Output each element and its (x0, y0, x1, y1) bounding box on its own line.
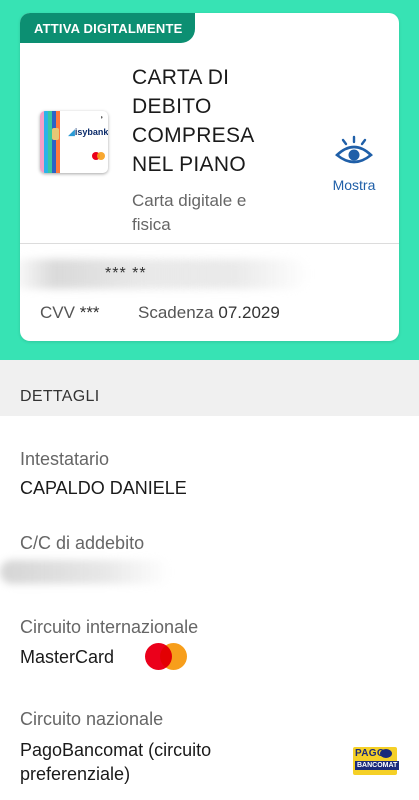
show-label: Mostra (332, 177, 376, 193)
expiry-label: Scadenza (138, 303, 214, 322)
intl-circuit-label: Circuito internazionale (20, 617, 199, 637)
cvv-row: CVV *** (40, 303, 100, 323)
status-badge: ATTIVA DIGITALMENTE (20, 13, 195, 43)
mastercard-logo-icon (145, 643, 189, 671)
card-number: *** ** (105, 265, 147, 282)
cvv-value: *** (79, 303, 100, 322)
card-mastercard-right (97, 152, 105, 160)
holder-label: Intestatario (20, 449, 110, 469)
details-section-header: DETTAGLI (0, 360, 419, 416)
expiry-row: Scadenza 07.2029 (138, 303, 280, 323)
redacted-account-value (0, 560, 170, 584)
card-hero: ATTIVA DIGITALMENTE ◢isybank ◗ CARTA DI … (0, 0, 419, 360)
card-chip (52, 128, 59, 140)
card-panel: ATTIVA DIGITALMENTE ◢isybank ◗ CARTA DI … (20, 13, 399, 341)
card-brand-logo: ◢isybank (68, 127, 108, 137)
card-title: CARTA DI DEBITO COMPRESA NEL PIANO (132, 66, 254, 176)
debit-card-image: ◢isybank ◗ (40, 111, 108, 173)
card-divider (20, 243, 399, 244)
account-label: C/C di addebito (20, 533, 145, 553)
national-circuit-label: Circuito nazionale (20, 709, 164, 729)
holder-value: CAPALDO DANIELE (20, 478, 187, 498)
eye-icon (335, 135, 373, 164)
nfc-icon: ◗ (100, 115, 104, 121)
details-heading: DETTAGLI (20, 388, 100, 405)
intl-circuit-value: MasterCard (20, 647, 115, 667)
national-circuit-value: PagoBancomat (circuito preferenziale) (20, 740, 212, 784)
cvv-label: CVV (40, 303, 75, 322)
pagobancomat-logo-icon: PAGO BANCOMAT (353, 747, 400, 775)
show-card-button[interactable]: Mostra (326, 135, 382, 197)
redacted-card-number (20, 259, 310, 289)
card-subtitle: Carta digitale e fisica (132, 191, 247, 234)
expiry-value: 07.2029 (218, 303, 280, 322)
